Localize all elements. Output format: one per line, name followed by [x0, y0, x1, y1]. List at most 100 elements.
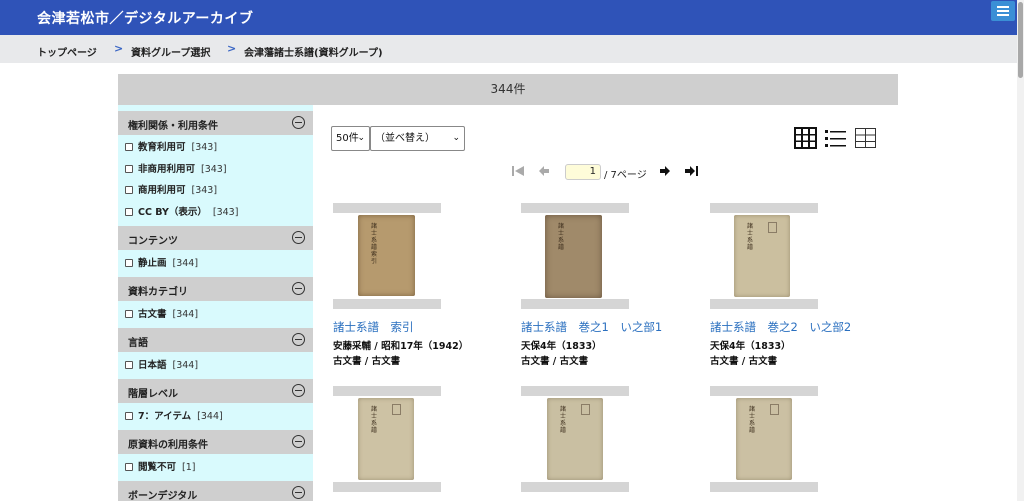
collapse-icon[interactable] [292, 486, 305, 499]
facet-title: 原資料の利用条件 [128, 440, 208, 451]
thumb-bottom-strip [333, 482, 441, 492]
item-date: 天保4年（1833） [710, 341, 791, 352]
label-box [581, 404, 590, 415]
facet-option[interactable]: 古文書 [344] [125, 306, 198, 320]
sort-select[interactable]: （並べ替え） ⌄ [370, 126, 465, 151]
site-header: 会津若松市／デジタルアーカイブ [0, 0, 1017, 35]
checkbox[interactable] [125, 258, 133, 267]
checkbox[interactable] [125, 360, 133, 369]
facet-title: コンテンツ [128, 236, 178, 247]
next-page-icon[interactable] [659, 165, 671, 177]
per-page-select[interactable]: 50件 ⌄ [331, 126, 370, 151]
facet-rights[interactable]: 権利関係・利用条件 [118, 111, 313, 135]
collapse-icon[interactable] [292, 116, 305, 129]
thumb-top-strip [333, 203, 441, 213]
site-title[interactable]: 会津若松市／デジタルアーカイブ [37, 8, 253, 28]
facet-option[interactable]: 日本語 [344] [125, 357, 198, 371]
last-page-icon[interactable] [684, 165, 699, 177]
result-card[interactable]: 諸士系譜 諸士系譜 巻之1 い之部1 天保4年（1833） 古文書 / 古文書 [521, 203, 701, 373]
checkbox[interactable] [125, 462, 133, 471]
facet-option[interactable]: 閲覧不可 [1] [125, 459, 195, 473]
hamburger-icon[interactable] [991, 1, 1015, 21]
book-cover-thumbnail[interactable]: 諸士系譜 [734, 215, 790, 297]
checkbox[interactable] [125, 309, 133, 318]
thumb-bottom-strip [710, 482, 818, 492]
item-title-link[interactable]: 諸士系譜 索引 [333, 319, 414, 335]
chevron-down-icon: ⌄ [357, 133, 365, 143]
thumb-bottom-strip [521, 482, 629, 492]
facet-title: ボーンデジタル [128, 491, 198, 501]
collapse-icon[interactable] [292, 282, 305, 295]
chevron-right-icon: > [114, 42, 124, 55]
list-view-icon[interactable] [824, 127, 847, 149]
facet-level[interactable]: 階層レベル [118, 379, 313, 403]
checkbox[interactable] [125, 164, 133, 173]
chevron-down-icon: ⌄ [452, 133, 460, 143]
thumb-bottom-strip [521, 299, 629, 309]
page-total: / 7ページ [604, 170, 647, 181]
checkbox[interactable] [125, 142, 133, 151]
thumb-bottom-strip [333, 299, 441, 309]
facet-option[interactable]: 静止画 [344] [125, 255, 198, 269]
item-category: 古文書 / 古文書 [333, 356, 401, 367]
facet-option[interactable]: 商用利用可 [343] [125, 182, 217, 196]
thumb-top-strip [521, 386, 629, 396]
checkbox[interactable] [125, 185, 133, 194]
facet-sidebar: 権利関係・利用条件 教育利用可 [343] 非商用利用可 [343] 商用利用可 [3… [118, 105, 313, 501]
collapse-icon[interactable] [292, 231, 305, 244]
facet-category[interactable]: 資料カテゴリ [118, 277, 313, 301]
facet-born-digital[interactable]: ボーンデジタル [118, 481, 313, 501]
book-cover-thumbnail[interactable]: 諸士系譜 [547, 398, 603, 480]
item-author-date: 安藤采輔 / 昭和17年（1942） [333, 341, 469, 352]
thumb-top-strip [521, 203, 629, 213]
facet-option[interactable]: 教育利用可 [343] [125, 139, 217, 153]
checkbox[interactable] [125, 207, 133, 216]
collapse-icon[interactable] [292, 435, 305, 448]
page-number-input[interactable]: 1 [565, 164, 601, 180]
thumb-bottom-strip [710, 299, 818, 309]
result-card[interactable]: 諸士系譜 [333, 386, 513, 501]
facet-contents[interactable]: コンテンツ [118, 226, 313, 250]
label-box [770, 404, 779, 415]
item-title-link[interactable]: 諸士系譜 巻之1 い之部1 [521, 319, 662, 335]
table-view-icon[interactable] [854, 127, 877, 149]
facet-title: 権利関係・利用条件 [128, 121, 218, 132]
item-title-link[interactable]: 諸士系譜 巻之2 い之部2 [710, 319, 851, 335]
item-category: 古文書 / 古文書 [710, 356, 778, 367]
facet-title: 言語 [128, 338, 148, 349]
label-box [768, 222, 777, 233]
breadcrumb-group-select[interactable]: 資料グループ選択 [131, 44, 210, 59]
collapse-icon[interactable] [292, 333, 305, 346]
breadcrumb-home[interactable]: トップページ [37, 44, 97, 59]
scrollbar-thumb[interactable] [1018, 2, 1023, 78]
item-date: 天保4年（1833） [521, 341, 602, 352]
facet-language[interactable]: 言語 [118, 328, 313, 352]
book-cover-thumbnail[interactable]: 諸士系譜 [358, 398, 414, 480]
book-cover-thumbnail[interactable]: 諸士系譜 [545, 215, 602, 298]
thumb-top-strip [710, 203, 818, 213]
book-cover-thumbnail[interactable]: 諸士系譜 [736, 398, 792, 480]
result-card[interactable]: 諸士系譜 諸士系譜 巻之2 い之部2 天保4年（1833） 古文書 / 古文書 [710, 203, 890, 373]
thumb-top-strip [333, 386, 441, 396]
result-card[interactable]: 諸士系譜 索引 諸士系譜 索引 安藤采輔 / 昭和17年（1942） 古文書 /… [333, 203, 513, 373]
result-card[interactable]: 諸士系譜 [710, 386, 890, 501]
prev-page-icon[interactable] [538, 165, 550, 177]
checkbox[interactable] [125, 411, 133, 420]
book-cover-thumbnail[interactable]: 諸士系譜 索引 [358, 215, 415, 296]
breadcrumb: トップページ > 資料グループ選択 > 会津藩諸士系譜(資料グループ) [0, 35, 1017, 63]
facet-original-conditions[interactable]: 原資料の利用条件 [118, 430, 313, 454]
facet-option[interactable]: 非商用利用可 [343] [125, 161, 227, 175]
page-scrollbar[interactable] [1017, 0, 1024, 501]
facet-option[interactable]: 7：アイテム [344] [125, 408, 223, 422]
first-page-icon[interactable] [511, 165, 525, 177]
facet-option[interactable]: CC BY（表示） [343] [125, 204, 238, 218]
collapse-icon[interactable] [292, 384, 305, 397]
facet-title: 資料カテゴリ [128, 287, 188, 298]
thumb-top-strip [710, 386, 818, 396]
result-card[interactable]: 諸士系譜 [521, 386, 701, 501]
breadcrumb-current: 会津藩諸士系譜(資料グループ) [244, 48, 383, 59]
facet-title: 階層レベル [128, 389, 178, 400]
label-box [392, 404, 401, 415]
grid-view-icon[interactable] [794, 127, 817, 149]
item-category: 古文書 / 古文書 [521, 356, 589, 367]
